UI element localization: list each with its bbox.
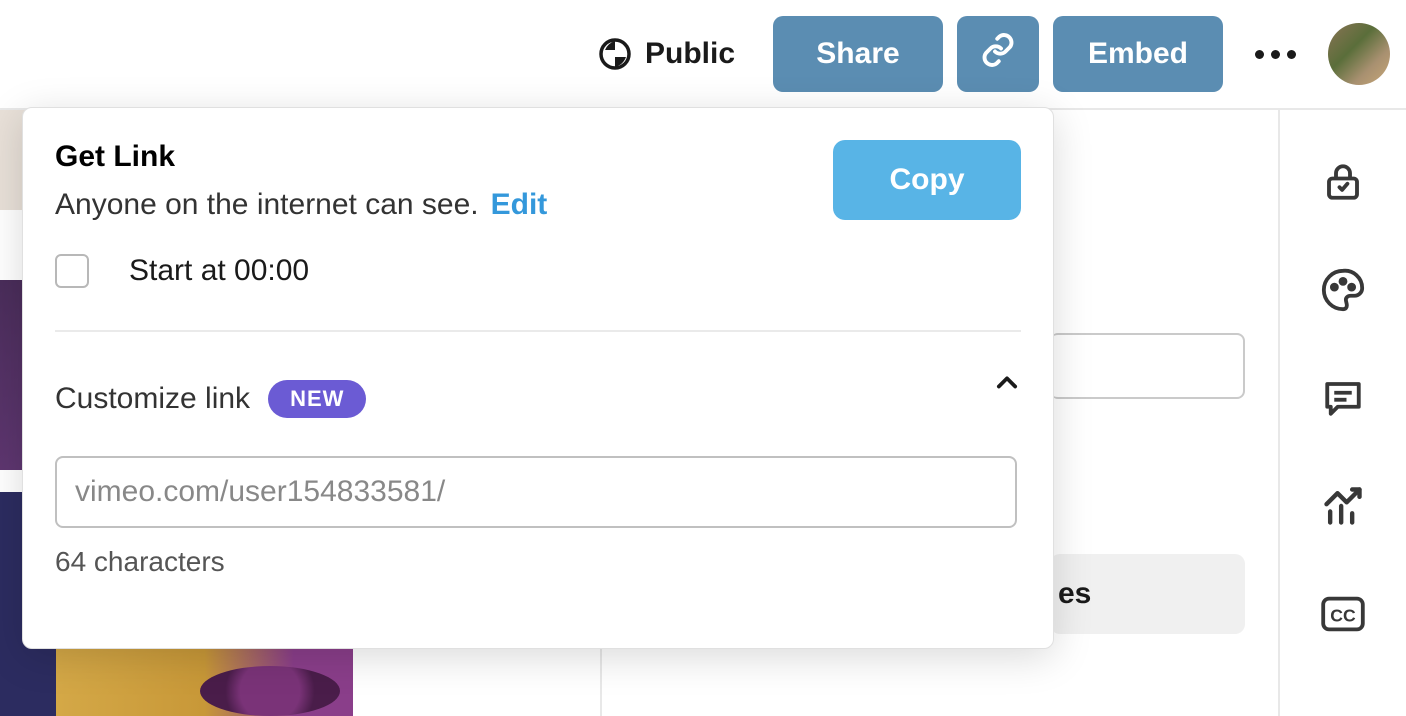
avatar[interactable] bbox=[1328, 23, 1390, 85]
get-link-popover: Get Link Anyone on the internet can see.… bbox=[22, 107, 1054, 649]
dot-icon bbox=[1271, 50, 1280, 59]
start-at-checkbox[interactable] bbox=[55, 254, 89, 288]
sidebar-comments-button[interactable] bbox=[1321, 378, 1365, 422]
edit-privacy-link[interactable]: Edit bbox=[491, 188, 548, 222]
customize-link-label: Customize link bbox=[55, 382, 250, 416]
lock-icon bbox=[1322, 161, 1364, 208]
more-options-button[interactable] bbox=[1255, 50, 1296, 59]
sidebar-privacy-button[interactable] bbox=[1321, 162, 1365, 206]
analytics-icon bbox=[1321, 484, 1365, 533]
char-count-label: 64 characters bbox=[55, 546, 1021, 578]
copy-button[interactable]: Copy bbox=[833, 140, 1021, 220]
top-bar: Public Share Embed bbox=[0, 0, 1406, 110]
dot-icon bbox=[1287, 50, 1296, 59]
bg-thumbnail-fragment bbox=[200, 666, 340, 716]
bg-chip-fragment: es bbox=[1050, 554, 1245, 634]
sidebar-customize-button[interactable] bbox=[1321, 270, 1365, 314]
bg-separator bbox=[600, 648, 602, 716]
start-at-label: Start at 00:00 bbox=[129, 254, 309, 288]
sidebar-analytics-button[interactable] bbox=[1321, 486, 1365, 530]
privacy-indicator[interactable]: Public bbox=[599, 37, 735, 71]
popover-subtitle: Anyone on the internet can see. bbox=[55, 188, 479, 222]
privacy-label: Public bbox=[645, 37, 735, 71]
comment-icon bbox=[1322, 377, 1364, 424]
cc-icon: CC bbox=[1321, 596, 1365, 637]
right-sidebar: CC bbox=[1278, 110, 1406, 716]
dot-icon bbox=[1255, 50, 1264, 59]
link-icon bbox=[980, 32, 1016, 76]
popover-subtitle-row: Anyone on the internet can see. Edit bbox=[55, 188, 547, 222]
svg-text:CC: CC bbox=[1330, 605, 1356, 625]
popover-header: Get Link Anyone on the internet can see.… bbox=[55, 140, 1021, 222]
bg-input-fragment bbox=[1050, 333, 1245, 399]
customize-link-header[interactable]: Customize link NEW bbox=[55, 380, 1021, 418]
custom-link-value: vimeo.com/user154833581/ bbox=[75, 475, 445, 509]
start-at-row: Start at 00:00 bbox=[55, 254, 1021, 332]
popover-header-text: Get Link Anyone on the internet can see.… bbox=[55, 140, 547, 222]
copy-link-button[interactable] bbox=[957, 16, 1039, 92]
new-badge: NEW bbox=[268, 380, 366, 418]
embed-button[interactable]: Embed bbox=[1053, 16, 1223, 92]
sidebar-captions-button[interactable]: CC bbox=[1321, 594, 1365, 638]
share-button[interactable]: Share bbox=[773, 16, 943, 92]
popover-title: Get Link bbox=[55, 140, 547, 174]
chevron-up-icon[interactable] bbox=[993, 369, 1021, 402]
palette-icon bbox=[1320, 267, 1366, 318]
globe-icon bbox=[599, 38, 631, 70]
custom-link-input[interactable]: vimeo.com/user154833581/ bbox=[55, 456, 1017, 528]
